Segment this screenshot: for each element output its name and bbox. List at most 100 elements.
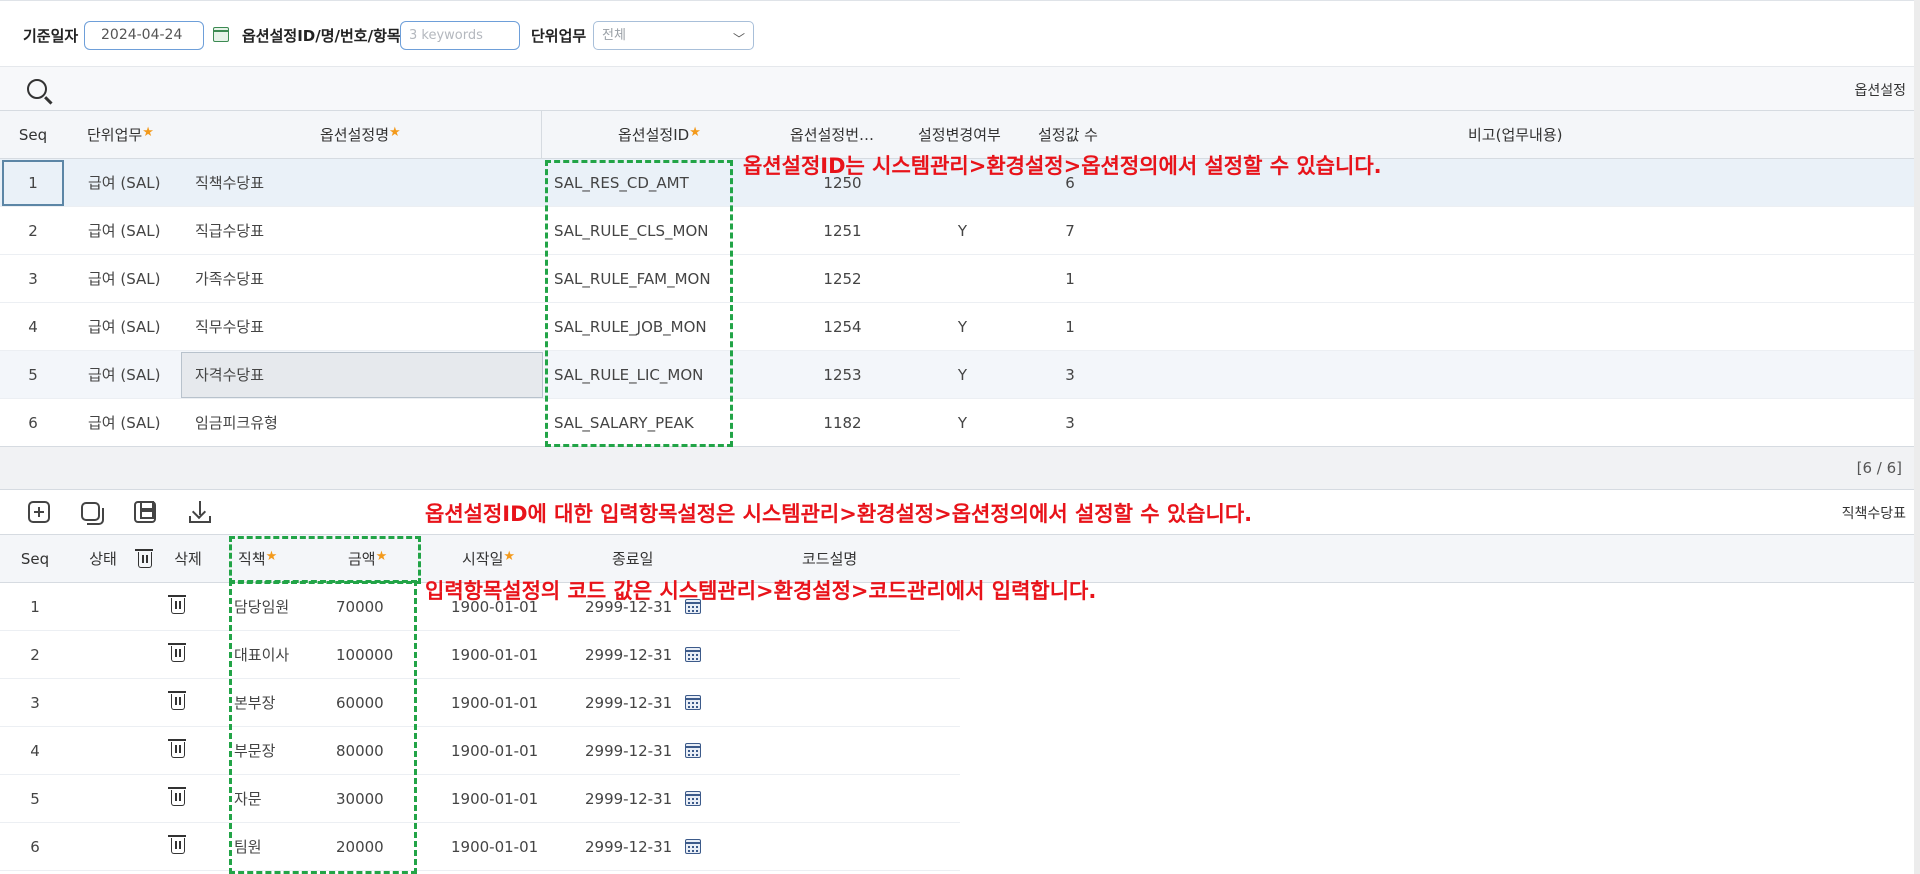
option-grid-title: 옵션설정 [1854, 83, 1906, 99]
row-end[interactable]: 2999-12-31 [585, 727, 672, 775]
option-toolbar: 옵션설정 [0, 66, 1920, 110]
col-status[interactable]: 상태 [80, 535, 126, 583]
save-icon[interactable] [134, 501, 156, 523]
row-name: 직급수당표 [195, 222, 265, 240]
row-end[interactable]: 2999-12-31 [585, 823, 672, 871]
row-start[interactable]: 1900-01-01 [451, 727, 538, 775]
row-no: 1251 [823, 222, 862, 240]
row-count: 1 [1065, 318, 1075, 336]
row-no: 1252 [823, 270, 862, 288]
col-name[interactable]: 옵션설정명★ [320, 111, 420, 159]
row-changed: Y [957, 366, 968, 384]
search-icon[interactable] [27, 79, 47, 99]
annotation-box-code-values [229, 580, 417, 874]
row-seq: 1 [30, 598, 40, 616]
unit-select-value: 전체 [602, 28, 626, 43]
search-label: 옵션설정ID/명/번호/항목 [242, 27, 401, 45]
row-start[interactable]: 1900-01-01 [451, 679, 538, 727]
calendar-icon[interactable] [213, 27, 229, 42]
add-row-icon[interactable] [28, 501, 50, 523]
annotation-text-input-items: 옵션설정ID에 대한 입력항목설정은 시스템관리>환경설정>옵션정의에서 설정할… [425, 502, 1253, 526]
row-unit: 급여 (SAL) [88, 366, 161, 384]
calendar-icon[interactable] [685, 647, 701, 662]
row-changed: Y [957, 222, 968, 240]
row-seq: 6 [28, 414, 38, 432]
option-grid-footer: [6 / 6] [0, 446, 1920, 490]
row-end[interactable]: 2999-12-31 [585, 679, 672, 727]
delete-row-icon[interactable] [168, 739, 186, 758]
row-start[interactable]: 1900-01-01 [451, 775, 538, 823]
table-row[interactable]: 5 급여 (SAL) 자격수당표 SAL_RULE_LIC_MON 1253 Y… [0, 351, 1920, 399]
calendar-icon[interactable] [685, 743, 701, 758]
table-row[interactable]: 6 팀원 20000 1900-01-01 2999-12-31 [0, 823, 960, 871]
calendar-icon[interactable] [685, 839, 701, 854]
chevron-down-icon: ﹀ [732, 32, 745, 46]
row-seq: 3 [28, 270, 38, 288]
date-label: 기준일자 [23, 27, 79, 45]
calendar-icon[interactable] [685, 791, 701, 806]
detail-grid-title: 직책수당표 [1841, 506, 1906, 522]
row-seq: 3 [30, 694, 40, 712]
delete-row-icon[interactable] [168, 595, 186, 614]
col-id[interactable]: 옵션설정ID★ [618, 111, 728, 159]
row-seq: 4 [28, 318, 38, 336]
table-row[interactable]: 4 부문장 80000 1900-01-01 2999-12-31 [0, 727, 960, 775]
table-row[interactable]: 5 자문 30000 1900-01-01 2999-12-31 [0, 775, 960, 823]
row-no: 1182 [823, 414, 862, 432]
row-seq: 5 [30, 790, 40, 808]
row-seq: 6 [30, 838, 40, 856]
row-seq: 5 [28, 366, 38, 384]
table-row[interactable]: 3 본부장 60000 1900-01-01 2999-12-31 [0, 679, 960, 727]
row-count-text: [6 / 6] [1856, 459, 1902, 477]
delete-row-icon[interactable] [168, 643, 186, 662]
row-start[interactable]: 1900-01-01 [451, 631, 538, 679]
row-name: 직책수당표 [195, 174, 265, 192]
col-seq[interactable]: Seq [0, 535, 70, 583]
row-name: 임금피크유형 [195, 414, 278, 432]
col-seq[interactable]: Seq [0, 111, 66, 159]
row-count: 3 [1065, 366, 1075, 384]
table-row[interactable]: 4 급여 (SAL) 직무수당표 SAL_RULE_JOB_MON 1254 Y… [0, 303, 1920, 351]
download-icon[interactable] [189, 501, 211, 523]
vertical-scrollbar[interactable] [1914, 0, 1920, 874]
row-count: 1 [1065, 270, 1075, 288]
delete-row-icon[interactable] [168, 835, 186, 854]
table-row[interactable]: 2 대표이사 100000 1900-01-01 2999-12-31 [0, 631, 960, 679]
row-seq: 2 [28, 222, 38, 240]
row-end[interactable]: 2999-12-31 [585, 775, 672, 823]
row-unit: 급여 (SAL) [88, 318, 161, 336]
table-row[interactable]: 6 급여 (SAL) 임금피크유형 SAL_SALARY_PEAK 1182 Y… [0, 399, 1920, 447]
col-remark[interactable]: 비고(업무내용) [1468, 111, 1578, 159]
filter-bar: 기준일자 2024-04-24 옵션설정ID/명/번호/항목 3 keyword… [0, 0, 1920, 66]
delete-row-icon[interactable] [168, 691, 186, 710]
keyword-input[interactable]: 3 keywords [400, 21, 520, 50]
row-count: 7 [1065, 222, 1075, 240]
annotation-box-option-id [545, 160, 733, 447]
copy-row-icon[interactable] [81, 502, 104, 525]
delete-all-icon[interactable] [135, 549, 153, 568]
row-count: 3 [1065, 414, 1075, 432]
row-changed: Y [957, 414, 968, 432]
calendar-icon[interactable] [685, 695, 701, 710]
row-seq: 1 [28, 174, 38, 192]
annotation-text-code-values: 입력항목설정의 코드 값은 시스템관리>환경설정>코드관리에서 입력합니다. [425, 579, 1097, 603]
row-changed [920, 255, 1005, 303]
row-unit: 급여 (SAL) [88, 174, 161, 192]
row-start[interactable]: 1900-01-01 [451, 823, 538, 871]
row-name: 자격수당표 [195, 366, 265, 384]
table-row[interactable]: 2 급여 (SAL) 직급수당표 SAL_RULE_CLS_MON 1251 Y… [0, 207, 1920, 255]
row-name: 가족수당표 [195, 270, 265, 288]
col-delete[interactable]: 삭제 [166, 535, 210, 583]
row-unit: 급여 (SAL) [88, 222, 161, 240]
row-end[interactable]: 2999-12-31 [585, 631, 672, 679]
row-unit: 급여 (SAL) [88, 270, 161, 288]
unit-label: 단위업무 [531, 27, 587, 45]
date-input[interactable]: 2024-04-24 [84, 21, 204, 50]
table-row[interactable]: 3 급여 (SAL) 가족수당표 SAL_RULE_FAM_MON 1252 1 [0, 255, 1920, 303]
col-unit[interactable]: 단위업무★ [87, 111, 157, 159]
delete-row-icon[interactable] [168, 787, 186, 806]
row-unit: 급여 (SAL) [88, 414, 161, 432]
unit-select[interactable]: 전체 ﹀ [593, 21, 754, 50]
row-seq: 2 [30, 646, 40, 664]
row-seq: 4 [30, 742, 40, 760]
